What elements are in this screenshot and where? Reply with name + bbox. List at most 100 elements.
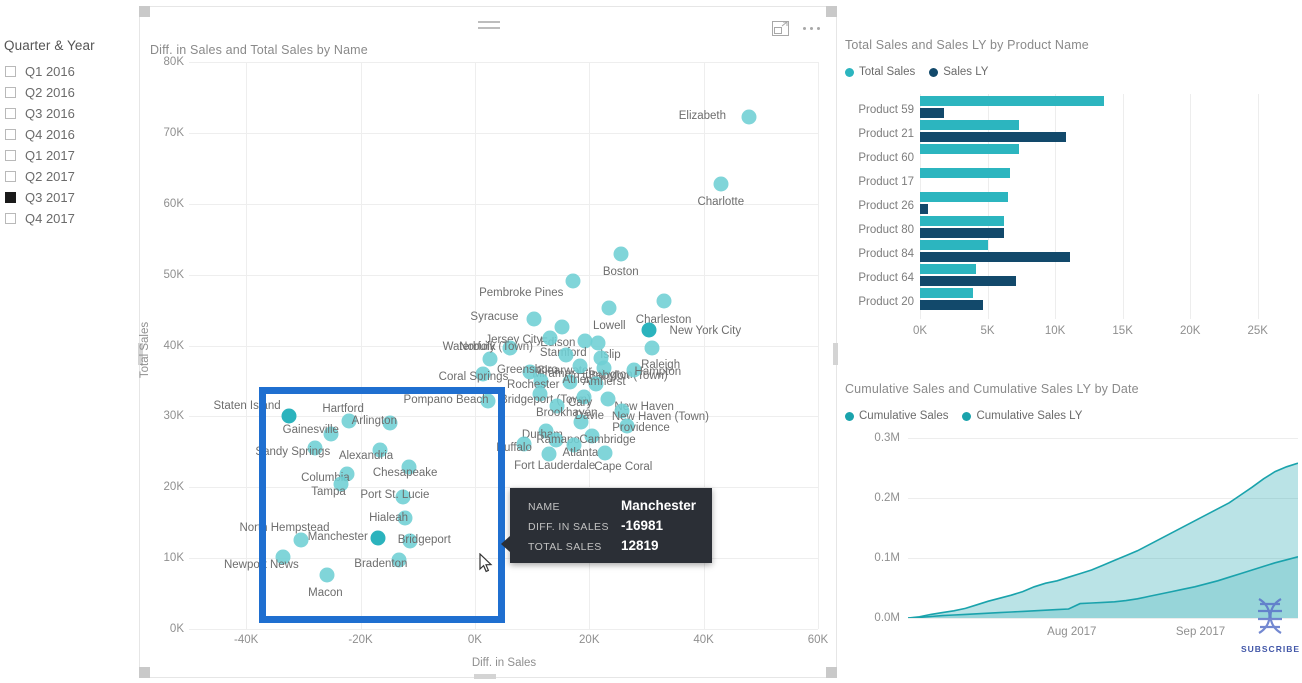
slicer-item-q3-2017[interactable]: Q3 2017 [0, 187, 136, 208]
bar-segment[interactable] [920, 168, 1010, 178]
bar-segment[interactable] [920, 228, 1005, 238]
scatter-point[interactable] [713, 176, 729, 192]
scatter-point[interactable] [601, 300, 617, 316]
slicer-item-label: Q3 2016 [25, 106, 75, 121]
bar-chart-legend[interactable]: Total Sales Sales LY [845, 66, 1302, 78]
resize-handle-top-left[interactable] [139, 6, 150, 17]
resize-handle-right[interactable] [833, 343, 838, 365]
scatter-point-label: Providence [612, 422, 670, 435]
bar-row[interactable]: Product 17 [858, 168, 1278, 192]
scatter-point[interactable] [293, 532, 308, 548]
slicer-item-q1-2017[interactable]: Q1 2017 [0, 145, 136, 166]
scatter-point[interactable] [526, 311, 542, 327]
scatter-point[interactable] [641, 322, 657, 338]
slicer-item-q2-2017[interactable]: Q2 2017 [0, 166, 136, 187]
bar-segment[interactable] [920, 288, 973, 298]
drag-handle[interactable] [478, 21, 500, 33]
bar-segment[interactable] [920, 264, 977, 274]
bar-chart-visual[interactable]: Total Sales and Sales LY by Product Name… [845, 38, 1302, 368]
scatter-y-axis-title: Total Sales [139, 321, 151, 379]
slicer-checkbox[interactable] [5, 192, 16, 203]
bar-segment[interactable] [920, 204, 929, 214]
slicer-checkbox[interactable] [5, 87, 16, 98]
legend-item[interactable]: Cumulative Sales [845, 410, 948, 422]
resize-handle-bottom[interactable] [474, 674, 496, 679]
bar-segment[interactable] [920, 216, 1005, 226]
bar-segment[interactable] [920, 276, 1016, 286]
bar-segment[interactable] [920, 240, 989, 250]
bar-category-label: Product 59 [858, 104, 914, 116]
bar-row[interactable]: Product 80 [858, 216, 1278, 240]
slicer-item-q4-2017[interactable]: Q4 2017 [0, 208, 136, 229]
resize-handle-top-right[interactable] [826, 6, 837, 17]
scatter-point-label: Elizabeth [678, 110, 727, 123]
scatter-x-tick: 60K [807, 634, 829, 646]
scatter-point-label: Coral Springs [438, 370, 509, 383]
quarter-year-slicer[interactable]: Quarter & Year Q1 2016 Q2 2016 Q3 2016 Q4 2… [0, 38, 136, 229]
resize-handle-bottom-left[interactable] [139, 667, 150, 678]
bar-row[interactable]: Product 26 [858, 192, 1278, 216]
area-chart-legend[interactable]: Cumulative Sales Cumulative Sales LY [845, 410, 1302, 422]
bar-segment[interactable] [920, 120, 1019, 130]
bar-category-label: Product 80 [858, 224, 914, 236]
scatter-point-label: Port St. Lucie [360, 489, 430, 502]
bar-row[interactable]: Product 21 [858, 120, 1278, 144]
bar-segment[interactable] [920, 96, 1104, 106]
slicer-checkbox[interactable] [5, 108, 16, 119]
legend-label: Cumulative Sales LY [976, 410, 1083, 422]
bar-segment[interactable] [920, 132, 1066, 142]
tooltip-value: 12819 [621, 538, 659, 553]
bar-segment[interactable] [920, 192, 1008, 202]
legend-item[interactable]: Cumulative Sales LY [962, 410, 1082, 422]
slicer-item-q2-2016[interactable]: Q2 2016 [0, 82, 136, 103]
scatter-point[interactable] [554, 319, 570, 335]
slicer-item-q3-2016[interactable]: Q3 2016 [0, 103, 136, 124]
scatter-point[interactable] [281, 408, 297, 424]
focus-mode-icon[interactable] [771, 21, 789, 36]
legend-item[interactable]: Total Sales [845, 66, 915, 78]
bar-segment[interactable] [920, 108, 945, 118]
scatter-y-tick: 70K [163, 126, 184, 139]
slicer-checkbox[interactable] [5, 171, 16, 182]
slicer-checkbox[interactable] [5, 66, 16, 77]
slicer-checkbox[interactable] [5, 213, 16, 224]
scatter-point-label: Atlanta [562, 447, 599, 460]
scatter-point[interactable] [558, 347, 574, 363]
area-chart-visual[interactable]: Cumulative Sales and Cumulative Sales LY… [845, 382, 1302, 672]
bar-plot-area[interactable]: Product 59 Product 21 Product 60 Product 17… [858, 94, 1278, 337]
slicer-item-q4-2016[interactable]: Q4 2016 [0, 124, 136, 145]
resize-handle-bottom-right[interactable] [826, 667, 837, 678]
slicer-checkbox[interactable] [5, 129, 16, 140]
bar-row[interactable]: Product 64 [858, 264, 1278, 288]
scatter-gridline-v [818, 62, 819, 629]
scatter-point[interactable] [741, 109, 757, 125]
scatter-point[interactable] [370, 530, 386, 546]
scatter-point[interactable] [565, 273, 581, 289]
scatter-point[interactable] [482, 351, 498, 367]
bar-segment[interactable] [920, 300, 984, 310]
scatter-point-label: Waterbury (Town) [442, 340, 533, 353]
scatter-point[interactable] [319, 567, 335, 583]
slicer-title: Quarter & Year [4, 38, 95, 53]
scatter-point[interactable] [597, 445, 613, 461]
slicer-item-q1-2016[interactable]: Q1 2016 [0, 61, 136, 82]
legend-label: Sales LY [943, 66, 989, 78]
bar-row[interactable]: Product 20 [858, 288, 1278, 312]
bar-row[interactable]: Product 59 [858, 96, 1278, 120]
scatter-point[interactable] [600, 391, 616, 407]
scatter-point[interactable] [644, 340, 660, 356]
scatter-point[interactable] [656, 293, 672, 309]
bar-segment[interactable] [920, 144, 1019, 154]
area-plot-area[interactable]: 0.0M 0.1M 0.2M 0.3M Aug 2017 Sep 2017 [874, 432, 1298, 638]
more-options-icon[interactable] [802, 23, 820, 35]
tooltip-value: -16981 [621, 518, 664, 533]
legend-item[interactable]: Sales LY [929, 66, 988, 78]
scatter-point[interactable] [542, 330, 558, 346]
scatter-point[interactable] [613, 246, 629, 262]
scatter-chart-visual[interactable]: Diff. in Sales and Total Sales by Name -… [138, 6, 838, 679]
subscribe-watermark: SUBSCRIBE [1241, 595, 1300, 654]
bar-row[interactable]: Product 84 [858, 240, 1278, 264]
bar-row[interactable]: Product 60 [858, 144, 1278, 168]
slicer-checkbox[interactable] [5, 150, 16, 161]
bar-segment[interactable] [920, 252, 1070, 262]
